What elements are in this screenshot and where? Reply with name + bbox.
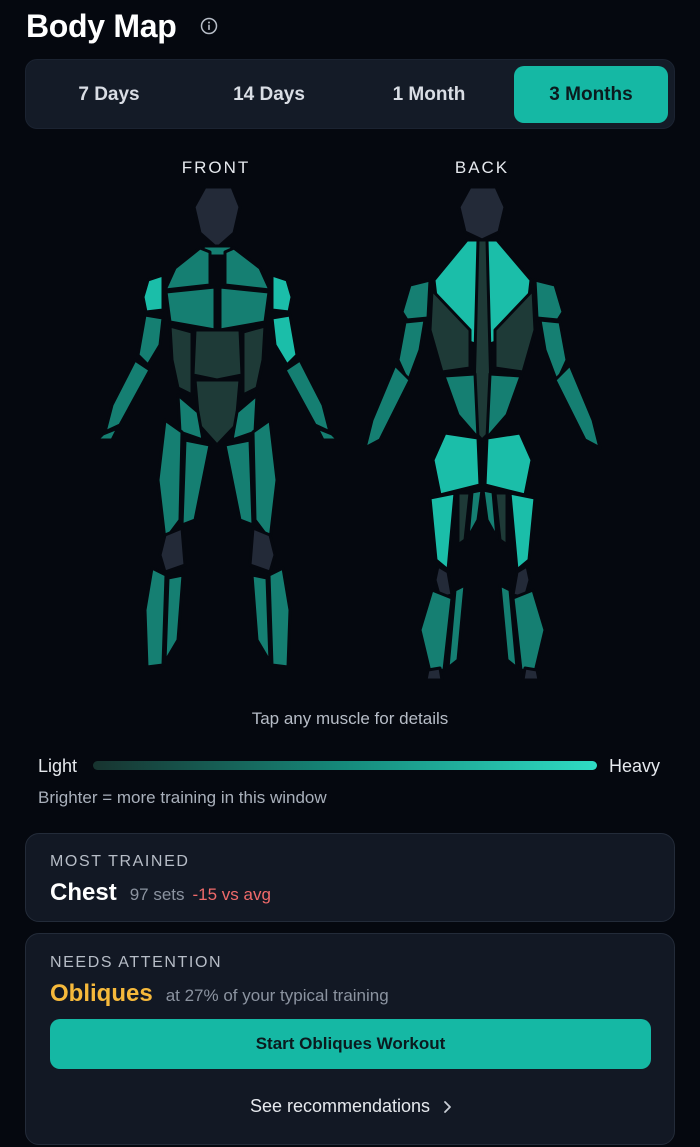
tab-1-month[interactable]: 1 Month — [354, 66, 504, 123]
front-quad-outer-right[interactable] — [251, 418, 279, 542]
most-trained-sets: 97 sets — [129, 885, 185, 904]
front-shoulder-left[interactable] — [141, 273, 165, 314]
front-quad-inner-left[interactable] — [180, 438, 212, 527]
chevron-right-icon — [442, 1100, 452, 1114]
front-forearm-left[interactable] — [103, 358, 152, 434]
front-oblique-right[interactable] — [241, 324, 267, 397]
back-rear-delt-left[interactable] — [400, 278, 432, 322]
front-quad-outer-left[interactable] — [156, 418, 184, 542]
most-trained-kicker: MOST TRAINED — [50, 853, 190, 870]
intensity-gradient-bar — [93, 761, 597, 770]
back-glute-left[interactable] — [431, 431, 482, 497]
back-hamstring-outer-right[interactable] — [508, 491, 537, 572]
front-shin-outer-left[interactable] — [143, 566, 168, 669]
needs-attention-summary: Obliques at 27% of your typical training — [50, 980, 389, 1008]
needs-attention-card: NEEDS ATTENTION Obliques at 27% of your … — [25, 933, 675, 1145]
legend-heavy-label: Heavy — [609, 756, 661, 776]
back-forearm-right[interactable] — [553, 363, 602, 450]
tap-hint: Tap any muscle for details — [251, 709, 449, 728]
front-shin-inner-left[interactable] — [163, 573, 185, 664]
needs-attention-muscle: Obliques — [50, 980, 153, 1007]
most-trained-delta: -15 vs avg — [192, 885, 271, 904]
front-shin-inner-right[interactable] — [250, 573, 272, 664]
back-calf-left[interactable] — [418, 588, 454, 674]
back-heel-left[interactable] — [424, 666, 444, 680]
front-chest-left[interactable] — [164, 285, 217, 332]
back-head — [457, 185, 507, 242]
most-trained-summary: Chest 97 sets -15 vs avg — [50, 879, 271, 907]
start-workout-button[interactable]: Start Obliques Workout — [50, 1019, 651, 1069]
tab-7-days[interactable]: 7 Days — [34, 66, 184, 123]
see-recommendations-label: See recommendations — [249, 1096, 431, 1116]
needs-attention-detail: at 27% of your typical training — [165, 986, 389, 1005]
back-calf-right[interactable] — [511, 588, 547, 674]
back-rear-delt-right[interactable] — [533, 278, 565, 322]
back-heel-right[interactable] — [521, 666, 541, 680]
front-shin-outer-right[interactable] — [267, 566, 292, 669]
front-label: FRONT — [181, 158, 251, 177]
most-trained-muscle: Chest — [50, 879, 117, 906]
back-forearm-left[interactable] — [363, 363, 412, 450]
back-lower-right[interactable] — [485, 372, 523, 440]
front-traps-right[interactable] — [223, 246, 272, 292]
front-traps-left[interactable] — [163, 246, 212, 292]
most-trained-card[interactable]: MOST TRAINED Chest 97 sets -15 vs avg — [25, 833, 675, 922]
back-hamstring-outer-left[interactable] — [428, 491, 457, 572]
back-glute-right[interactable] — [483, 431, 534, 497]
front-chest-right[interactable] — [218, 285, 271, 332]
front-knee-right[interactable] — [248, 526, 277, 574]
tab-3-months[interactable]: 3 Months — [514, 66, 668, 123]
front-biceps-left[interactable] — [136, 313, 165, 367]
tab-14-days[interactable]: 14 Days — [194, 66, 344, 123]
see-recommendations-link[interactable]: See recommendations — [26, 1096, 676, 1117]
header: Body Map — [26, 4, 219, 48]
front-shoulder-right[interactable] — [270, 273, 294, 314]
front-quad-inner-right[interactable] — [223, 438, 255, 527]
body-map — [95, 185, 602, 680]
time-range-selector: 7 Days 14 Days 1 Month 3 Months — [25, 59, 675, 129]
back-label: BACK — [454, 158, 510, 177]
back-hamstring-inner-right[interactable] — [481, 488, 499, 540]
front-head — [192, 185, 242, 250]
info-icon[interactable] — [199, 16, 219, 36]
front-forearm-right[interactable] — [283, 358, 332, 434]
back-hamstring-inner-left[interactable] — [466, 488, 484, 540]
front-knee-left[interactable] — [158, 526, 187, 574]
legend-note: Brighter = more training in this window — [38, 788, 327, 807]
back-lower-left[interactable] — [442, 372, 480, 440]
front-biceps-right[interactable] — [270, 313, 299, 367]
front-abs-upper[interactable] — [191, 328, 244, 382]
page-title: Body Map — [26, 7, 177, 44]
needs-attention-kicker: NEEDS ATTENTION — [50, 954, 223, 971]
legend-light-label: Light — [38, 756, 78, 776]
front-oblique-left[interactable] — [168, 324, 194, 397]
